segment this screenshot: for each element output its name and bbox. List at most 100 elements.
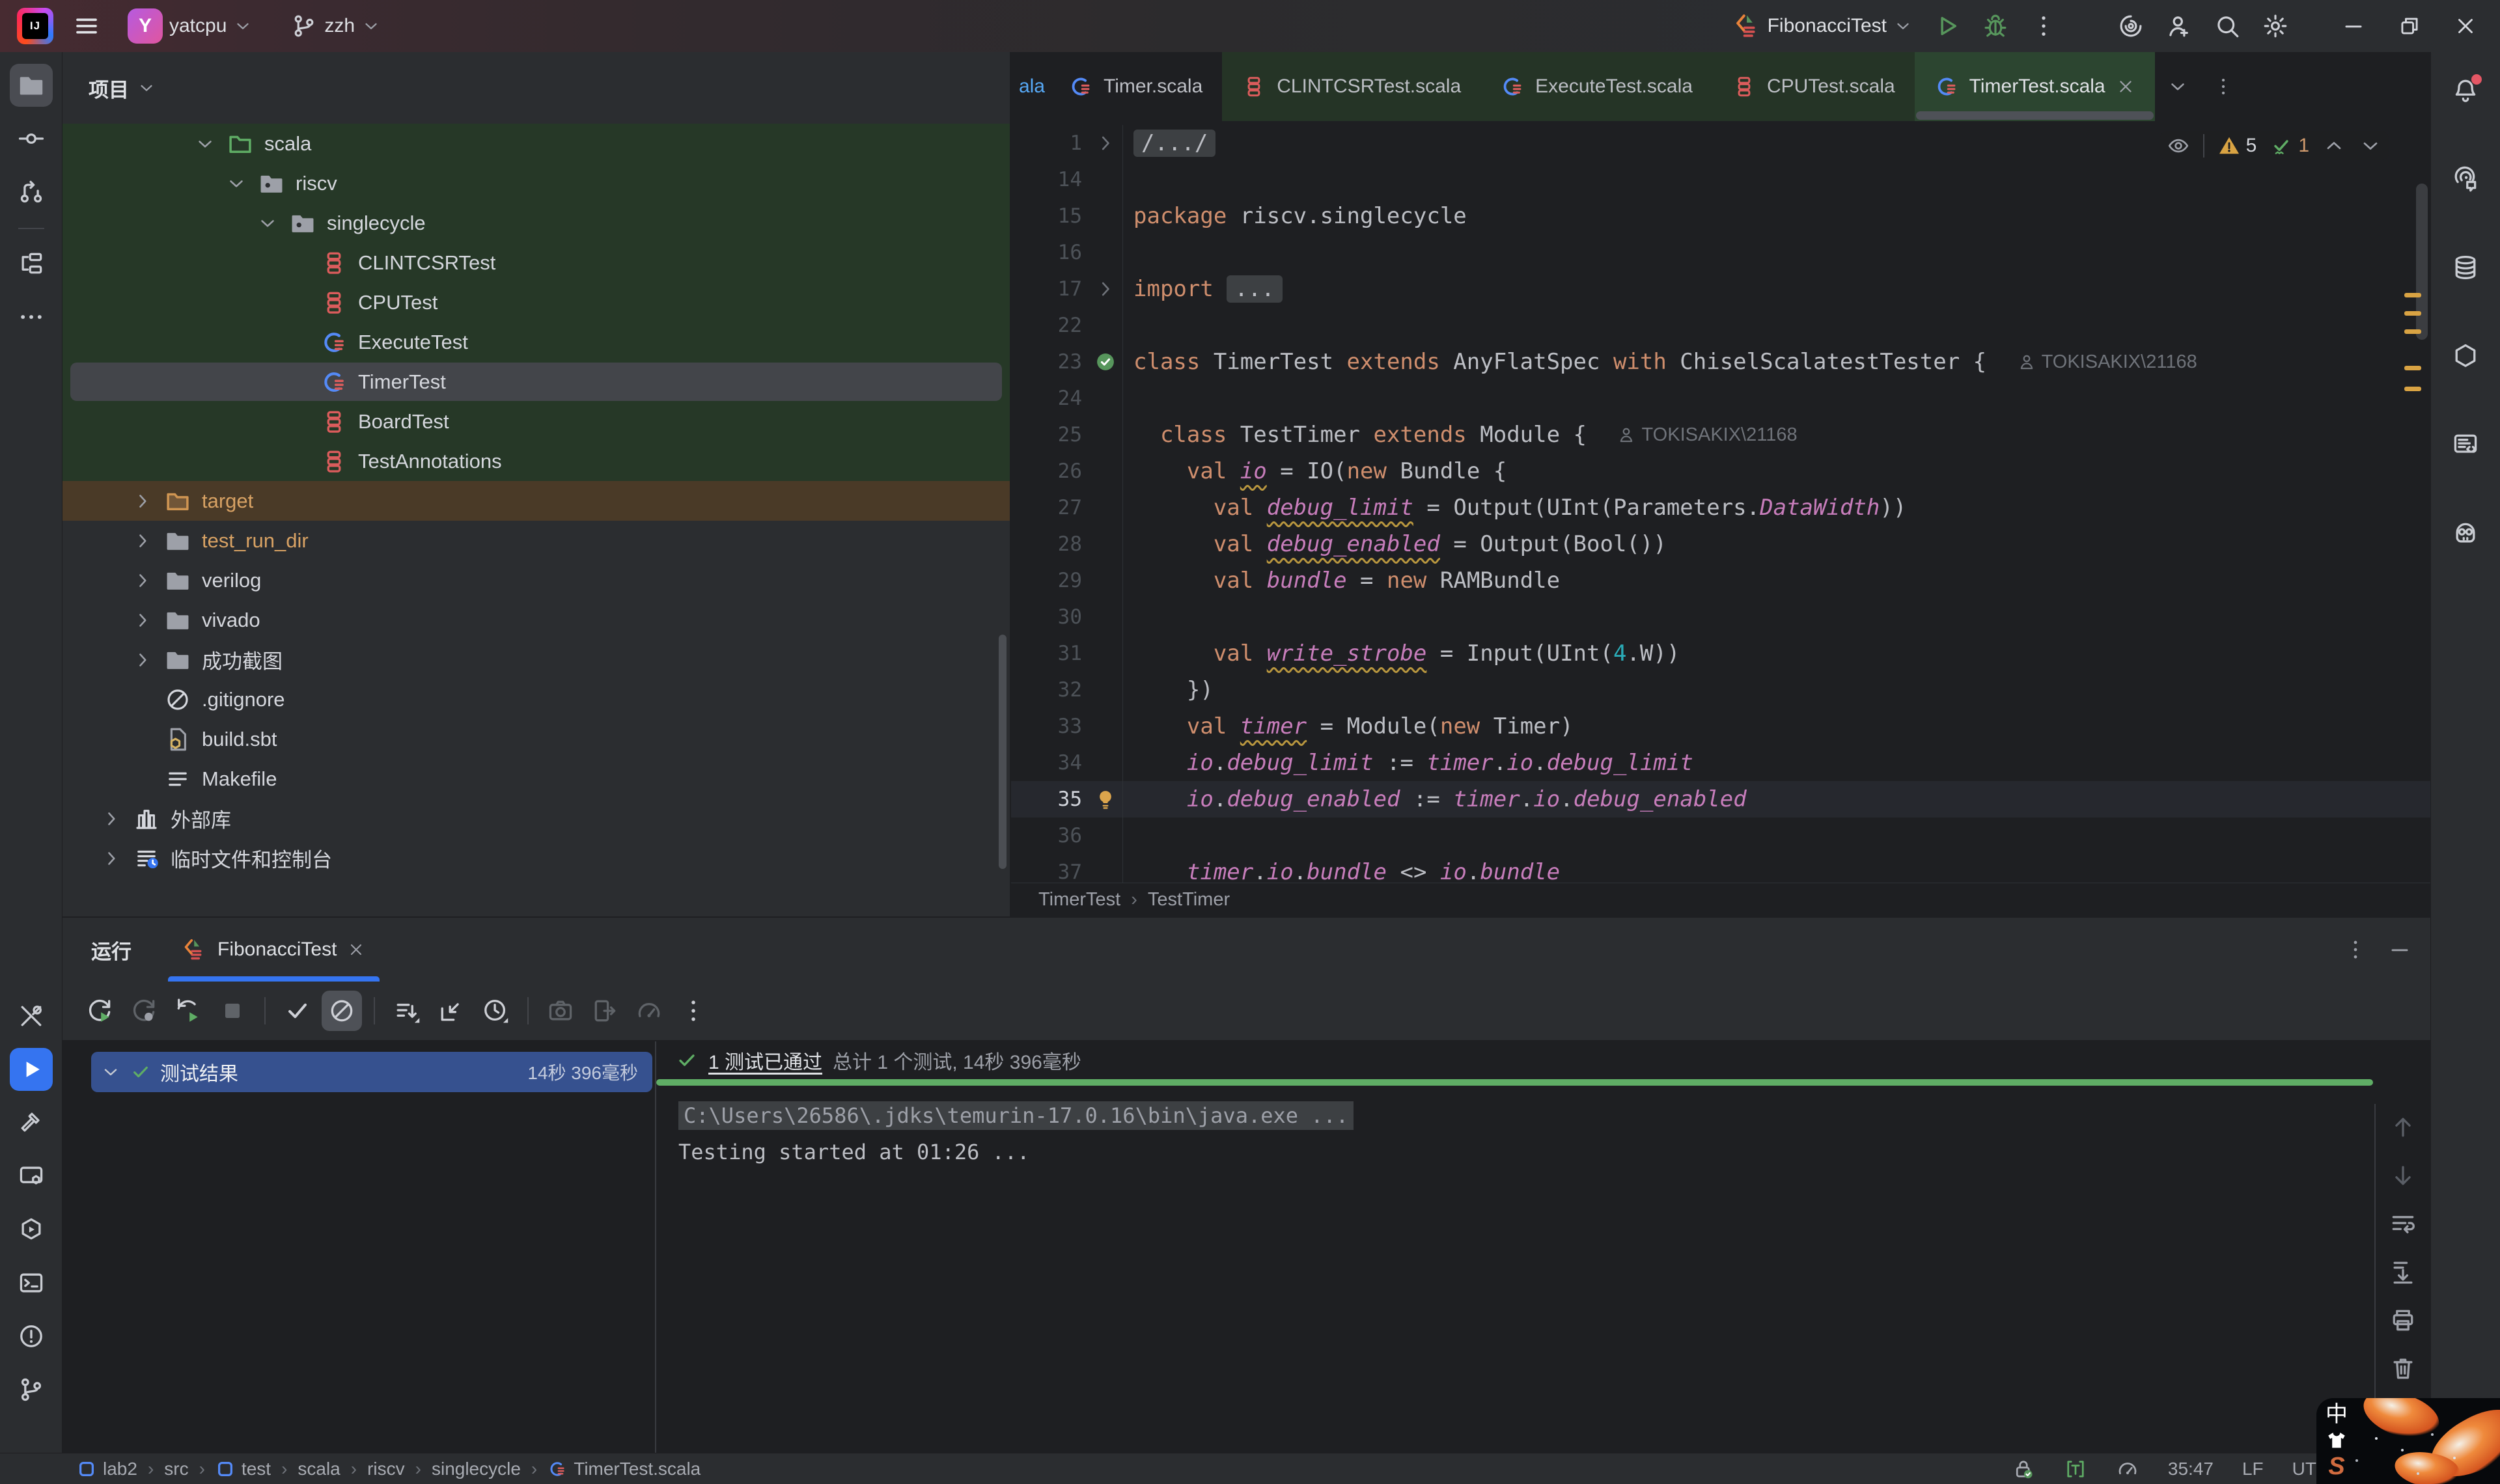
ime-sogou-logo[interactable]: S	[2328, 1454, 2344, 1479]
hide-panel-icon[interactable]	[2387, 937, 2412, 962]
code-line[interactable]: 29 val bundle = new RAMBundle	[1011, 562, 2430, 599]
editor-tab[interactable]: CLINTCSRTest.scala	[1222, 52, 1481, 121]
project-tree-item[interactable]: BoardTest	[62, 402, 1010, 441]
bulb-gutter-icon[interactable]	[1089, 788, 1122, 811]
editor-scrollbar[interactable]	[2416, 184, 2428, 340]
status-translate-widget[interactable]	[2064, 1457, 2087, 1481]
minimize-button[interactable]	[2326, 5, 2382, 47]
code-line[interactable]: 32 })	[1011, 672, 2430, 708]
warnings-counter[interactable]: 5	[2217, 134, 2257, 158]
tool-stripe-git-branch[interactable]	[10, 1368, 53, 1411]
status-breadcrumb-item[interactable]: src	[164, 1459, 188, 1479]
tool-stripe-pull-request[interactable]	[10, 171, 53, 213]
status-breadcrumb-item[interactable]: singlecycle	[432, 1459, 521, 1479]
code-line[interactable]: 15 package riscv.singlecycle	[1011, 198, 2430, 234]
tool-stripe-robot[interactable]	[2444, 512, 2487, 555]
editor-tab[interactable]: ala	[1011, 52, 1049, 121]
kebab-button[interactable]	[673, 991, 714, 1031]
fold-gutter-icon[interactable]	[1089, 277, 1122, 301]
tool-stripe-run-play[interactable]	[9, 1048, 53, 1091]
ime-toolbar-overlay[interactable]: 中 S	[2316, 1398, 2500, 1484]
code-line[interactable]: 23 class TimerTest extends AnyFlatSpec wi…	[1011, 344, 2430, 380]
settings-button[interactable]	[2251, 5, 2299, 47]
status-breadcrumb-item[interactable]: test	[215, 1459, 271, 1479]
chevron-down-icon[interactable]	[257, 212, 279, 234]
project-tree-item[interactable]: 外部库	[62, 799, 1010, 838]
run-button[interactable]	[1923, 5, 1971, 47]
project-widget[interactable]: Y yatcpu	[117, 5, 263, 47]
status-text-widget[interactable]: 35:47	[2168, 1459, 2214, 1479]
code-line[interactable]: 22	[1011, 307, 2430, 344]
next-issue-icon[interactable]	[2359, 134, 2382, 158]
sort-list-button[interactable]	[387, 991, 427, 1031]
project-tree-item[interactable]: Makefile	[62, 759, 1010, 799]
project-tree-item[interactable]: ExecuteTest	[62, 322, 1010, 362]
code-line[interactable]: 31 val write_strobe = Input(UInt(4 .W))	[1011, 635, 2430, 672]
main-menu-button[interactable]	[62, 5, 111, 47]
more-run-actions-button[interactable]	[2020, 5, 2068, 47]
project-tree-item[interactable]: scala	[62, 124, 1010, 163]
tool-stripe-hexagon[interactable]	[2444, 335, 2487, 378]
pass-gutter-icon[interactable]	[1089, 350, 1122, 374]
chevron-right-icon[interactable]	[132, 570, 154, 592]
tool-stripe-more[interactable]	[10, 295, 53, 338]
close-tab-icon[interactable]	[347, 941, 365, 959]
tool-stripe-ai-chat[interactable]	[2444, 158, 2487, 200]
code-line[interactable]: 37 timer. io. bundle <> io. bundle	[1011, 854, 2430, 883]
code-line[interactable]: 25 class TestTimer extends Module { TOKI…	[1011, 417, 2430, 453]
editor-tab[interactable]: Timer.scala	[1049, 52, 1222, 121]
debug-button[interactable]	[1971, 5, 2020, 47]
code-line[interactable]: 17 import ...	[1011, 271, 2430, 307]
check-button[interactable]	[277, 991, 318, 1031]
editor-tab[interactable]: TimerTest.scala	[1914, 52, 2155, 121]
project-tree-item[interactable]: CPUTest	[62, 282, 1010, 322]
run-configuration-selector[interactable]: FibonacciTest	[1723, 5, 1923, 47]
import-arrow-button[interactable]	[431, 991, 471, 1031]
tool-stripe-commit[interactable]	[10, 117, 53, 160]
console-print-button[interactable]	[2389, 1306, 2417, 1334]
status-lock-ok-widget[interactable]	[2012, 1457, 2035, 1481]
ai-assistant-button[interactable]	[2107, 5, 2155, 47]
chevron-right-icon[interactable]	[132, 609, 154, 631]
tool-stripe-doc-code[interactable]	[2444, 423, 2487, 466]
chevron-right-icon[interactable]	[132, 530, 154, 552]
tool-stripe-problems[interactable]	[10, 1315, 53, 1358]
ime-language-indicator[interactable]: 中	[2326, 1402, 2348, 1427]
project-tree-item[interactable]: verilog	[62, 560, 1010, 600]
code-line[interactable]: 33 val timer = Module(new Timer)	[1011, 708, 2430, 745]
project-tree-item[interactable]: CLINTCSRTest	[62, 243, 1010, 282]
chevron-right-icon[interactable]	[100, 808, 122, 830]
chevron-down-icon[interactable]	[194, 133, 216, 155]
code-line[interactable]: 34 io. debug_limit := timer. io. debug_limi…	[1011, 745, 2430, 781]
project-tree-item[interactable]: test_run_dir	[62, 521, 1010, 560]
console-softwrap-button[interactable]	[2389, 1209, 2417, 1238]
ime-skin-icon[interactable]	[2326, 1429, 2348, 1451]
tool-stripe-tools[interactable]	[10, 995, 53, 1037]
code-line[interactable]: 26 val io = IO(new Bundle {	[1011, 453, 2430, 489]
tool-stripe-structure[interactable]	[10, 242, 53, 285]
project-tree-item[interactable]: 成功截图	[62, 640, 1010, 680]
status-breadcrumb-item[interactable]: scala	[298, 1459, 340, 1479]
vcs-branch-widget[interactable]: zzh	[280, 5, 391, 47]
status-breadcrumb-item[interactable]: lab2	[77, 1459, 137, 1479]
project-tree-item[interactable]: target	[62, 481, 1010, 521]
tool-stripe-hammer[interactable]	[10, 1101, 53, 1144]
autotest-button[interactable]	[168, 991, 208, 1031]
slash-circle-button[interactable]	[322, 991, 362, 1031]
close-button[interactable]	[2438, 5, 2493, 47]
tool-stripe-folder[interactable]	[9, 64, 53, 107]
search-button[interactable]	[2203, 5, 2251, 47]
test-results-row[interactable]: 测试结果 14秒 396毫秒	[91, 1052, 652, 1092]
code-line[interactable]: 14	[1011, 161, 2430, 198]
chevron-right-icon[interactable]	[132, 649, 154, 671]
tab-list-dropdown[interactable]	[2155, 52, 2201, 121]
project-tree-item[interactable]: build.sbt	[62, 719, 1010, 759]
project-tree-item[interactable]: singlecycle	[62, 203, 1010, 243]
add-user-button[interactable]	[2155, 5, 2203, 47]
status-gauge-widget[interactable]	[2116, 1457, 2139, 1481]
editor-tab[interactable]: ExecuteTest.scala	[1480, 52, 1712, 121]
code-line[interactable]: 36	[1011, 818, 2430, 854]
fold-gutter-icon[interactable]	[1089, 131, 1122, 155]
project-scrollbar[interactable]	[999, 635, 1007, 869]
project-tree-item[interactable]: vivado	[62, 600, 1010, 640]
